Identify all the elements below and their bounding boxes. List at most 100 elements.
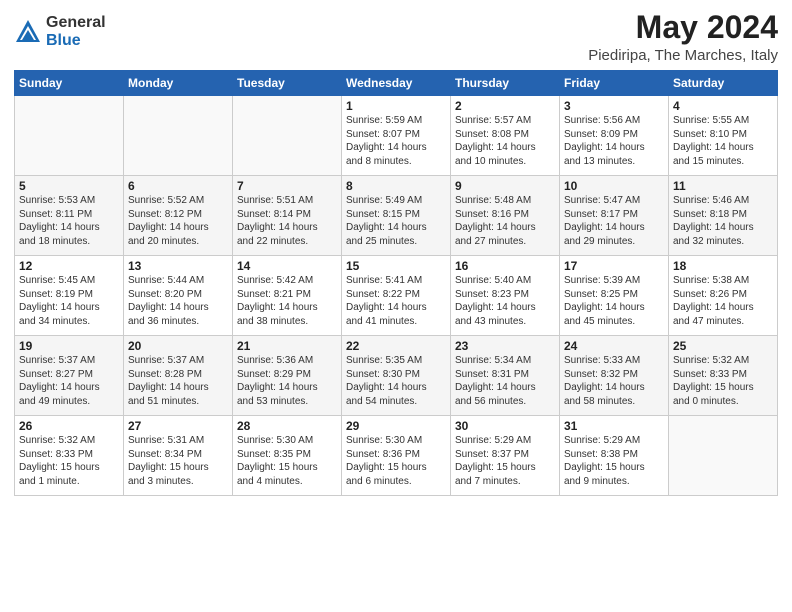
day-info-7: Sunrise: 5:51 AMSunset: 8:14 PMDaylight:… [237,194,337,248]
day-info-26: Sunrise: 5:32 AMSunset: 8:33 PMDaylight:… [19,434,119,488]
day-info-12: Sunrise: 5:45 AMSunset: 8:19 PMDaylight:… [19,274,119,328]
day-cell-w1-d3 [233,96,342,176]
day-number-11: 11 [673,179,773,193]
day-info-18: Sunrise: 5:38 AMSunset: 8:26 PMDaylight:… [673,274,773,328]
day-info-1: Sunrise: 5:59 AMSunset: 8:07 PMDaylight:… [346,114,446,168]
day-info-17: Sunrise: 5:39 AMSunset: 8:25 PMDaylight:… [564,274,664,328]
day-number-25: 25 [673,339,773,353]
day-cell-w1-d1 [15,96,124,176]
day-number-10: 10 [564,179,664,193]
day-cell-w4-d6: 24Sunrise: 5:33 AMSunset: 8:32 PMDayligh… [560,336,669,416]
col-saturday: Saturday [669,71,778,96]
day-cell-w1-d7: 4Sunrise: 5:55 AMSunset: 8:10 PMDaylight… [669,96,778,176]
day-cell-w5-d1: 26Sunrise: 5:32 AMSunset: 8:33 PMDayligh… [15,416,124,496]
day-number-23: 23 [455,339,555,353]
day-cell-w1-d4: 1Sunrise: 5:59 AMSunset: 8:07 PMDaylight… [342,96,451,176]
day-number-9: 9 [455,179,555,193]
day-cell-w1-d5: 2Sunrise: 5:57 AMSunset: 8:08 PMDaylight… [451,96,560,176]
week-row-2: 5Sunrise: 5:53 AMSunset: 8:11 PMDaylight… [15,176,778,256]
logo-text: General Blue [46,14,106,49]
day-number-19: 19 [19,339,119,353]
day-number-5: 5 [19,179,119,193]
day-cell-w3-d4: 15Sunrise: 5:41 AMSunset: 8:22 PMDayligh… [342,256,451,336]
day-number-4: 4 [673,99,773,113]
day-info-20: Sunrise: 5:37 AMSunset: 8:28 PMDaylight:… [128,354,228,408]
day-info-15: Sunrise: 5:41 AMSunset: 8:22 PMDaylight:… [346,274,446,328]
day-cell-w5-d6: 31Sunrise: 5:29 AMSunset: 8:38 PMDayligh… [560,416,669,496]
day-info-5: Sunrise: 5:53 AMSunset: 8:11 PMDaylight:… [19,194,119,248]
day-cell-w4-d4: 22Sunrise: 5:35 AMSunset: 8:30 PMDayligh… [342,336,451,416]
day-number-15: 15 [346,259,446,273]
col-tuesday: Tuesday [233,71,342,96]
day-number-16: 16 [455,259,555,273]
main-title: May 2024 [588,10,778,45]
day-info-14: Sunrise: 5:42 AMSunset: 8:21 PMDaylight:… [237,274,337,328]
logo: General Blue [14,14,106,49]
day-cell-w5-d2: 27Sunrise: 5:31 AMSunset: 8:34 PMDayligh… [124,416,233,496]
day-number-2: 2 [455,99,555,113]
calendar-header-row: Sunday Monday Tuesday Wednesday Thursday… [15,71,778,96]
day-info-19: Sunrise: 5:37 AMSunset: 8:27 PMDaylight:… [19,354,119,408]
day-cell-w3-d3: 14Sunrise: 5:42 AMSunset: 8:21 PMDayligh… [233,256,342,336]
day-number-1: 1 [346,99,446,113]
calendar-table: Sunday Monday Tuesday Wednesday Thursday… [14,70,778,496]
day-cell-w2-d7: 11Sunrise: 5:46 AMSunset: 8:18 PMDayligh… [669,176,778,256]
col-sunday: Sunday [15,71,124,96]
day-number-18: 18 [673,259,773,273]
week-row-1: 1Sunrise: 5:59 AMSunset: 8:07 PMDaylight… [15,96,778,176]
day-info-30: Sunrise: 5:29 AMSunset: 8:37 PMDaylight:… [455,434,555,488]
day-info-28: Sunrise: 5:30 AMSunset: 8:35 PMDaylight:… [237,434,337,488]
day-info-4: Sunrise: 5:55 AMSunset: 8:10 PMDaylight:… [673,114,773,168]
day-number-7: 7 [237,179,337,193]
day-number-8: 8 [346,179,446,193]
day-number-30: 30 [455,419,555,433]
day-number-29: 29 [346,419,446,433]
day-cell-w2-d4: 8Sunrise: 5:49 AMSunset: 8:15 PMDaylight… [342,176,451,256]
day-cell-w4-d1: 19Sunrise: 5:37 AMSunset: 8:27 PMDayligh… [15,336,124,416]
week-row-3: 12Sunrise: 5:45 AMSunset: 8:19 PMDayligh… [15,256,778,336]
day-info-24: Sunrise: 5:33 AMSunset: 8:32 PMDaylight:… [564,354,664,408]
day-cell-w2-d5: 9Sunrise: 5:48 AMSunset: 8:16 PMDaylight… [451,176,560,256]
day-cell-w5-d5: 30Sunrise: 5:29 AMSunset: 8:37 PMDayligh… [451,416,560,496]
col-friday: Friday [560,71,669,96]
day-cell-w3-d7: 18Sunrise: 5:38 AMSunset: 8:26 PMDayligh… [669,256,778,336]
day-info-22: Sunrise: 5:35 AMSunset: 8:30 PMDaylight:… [346,354,446,408]
day-info-11: Sunrise: 5:46 AMSunset: 8:18 PMDaylight:… [673,194,773,248]
day-cell-w3-d6: 17Sunrise: 5:39 AMSunset: 8:25 PMDayligh… [560,256,669,336]
day-number-22: 22 [346,339,446,353]
logo-general-text: General [46,14,106,32]
day-number-31: 31 [564,419,664,433]
day-info-21: Sunrise: 5:36 AMSunset: 8:29 PMDaylight:… [237,354,337,408]
day-number-20: 20 [128,339,228,353]
col-thursday: Thursday [451,71,560,96]
day-info-25: Sunrise: 5:32 AMSunset: 8:33 PMDaylight:… [673,354,773,408]
day-number-14: 14 [237,259,337,273]
day-cell-w4-d3: 21Sunrise: 5:36 AMSunset: 8:29 PMDayligh… [233,336,342,416]
day-cell-w5-d7 [669,416,778,496]
day-info-27: Sunrise: 5:31 AMSunset: 8:34 PMDaylight:… [128,434,228,488]
day-number-27: 27 [128,419,228,433]
week-row-4: 19Sunrise: 5:37 AMSunset: 8:27 PMDayligh… [15,336,778,416]
col-wednesday: Wednesday [342,71,451,96]
day-cell-w3-d5: 16Sunrise: 5:40 AMSunset: 8:23 PMDayligh… [451,256,560,336]
col-monday: Monday [124,71,233,96]
day-number-3: 3 [564,99,664,113]
title-block: May 2024 Piediripa, The Marches, Italy [588,10,778,64]
day-info-29: Sunrise: 5:30 AMSunset: 8:36 PMDaylight:… [346,434,446,488]
day-info-16: Sunrise: 5:40 AMSunset: 8:23 PMDaylight:… [455,274,555,328]
week-row-5: 26Sunrise: 5:32 AMSunset: 8:33 PMDayligh… [15,416,778,496]
day-cell-w3-d1: 12Sunrise: 5:45 AMSunset: 8:19 PMDayligh… [15,256,124,336]
logo-blue-text: Blue [46,32,106,50]
day-cell-w2-d3: 7Sunrise: 5:51 AMSunset: 8:14 PMDaylight… [233,176,342,256]
day-info-6: Sunrise: 5:52 AMSunset: 8:12 PMDaylight:… [128,194,228,248]
day-cell-w1-d6: 3Sunrise: 5:56 AMSunset: 8:09 PMDaylight… [560,96,669,176]
day-number-6: 6 [128,179,228,193]
day-number-17: 17 [564,259,664,273]
day-info-9: Sunrise: 5:48 AMSunset: 8:16 PMDaylight:… [455,194,555,248]
header: General Blue May 2024 Piediripa, The Mar… [14,10,778,64]
day-info-31: Sunrise: 5:29 AMSunset: 8:38 PMDaylight:… [564,434,664,488]
day-cell-w2-d1: 5Sunrise: 5:53 AMSunset: 8:11 PMDaylight… [15,176,124,256]
day-cell-w5-d3: 28Sunrise: 5:30 AMSunset: 8:35 PMDayligh… [233,416,342,496]
day-number-26: 26 [19,419,119,433]
day-info-2: Sunrise: 5:57 AMSunset: 8:08 PMDaylight:… [455,114,555,168]
